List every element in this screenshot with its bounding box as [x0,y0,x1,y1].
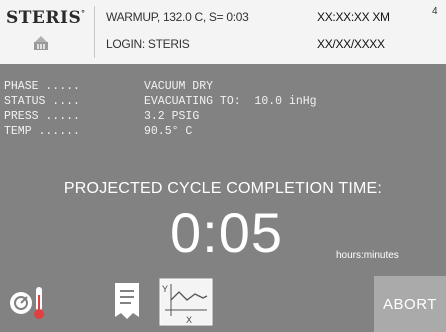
header-divider [94,6,95,58]
print-button[interactable] [102,276,154,326]
press-value: 3.2 [144,110,165,123]
abort-button[interactable]: ABORT [374,276,446,332]
gauge-thermometer-icon [10,287,44,319]
time-units-label: hours:minutes [336,250,399,261]
graph-x-label: X [186,315,192,325]
phase-label: PHASE ..... [4,80,80,93]
press-unit: PSIG [171,110,200,123]
press-row: PRESS ..... 3.2 PSIG [4,110,199,123]
projected-completion-time: 0:05 [170,201,283,264]
phase-row: PHASE ..... VACUUM DRY [4,80,213,93]
header-bar: STERIS° WARMUP, 132.0 C, S= 0:03 LOGIN: … [0,0,446,64]
logo-text: STERIS [6,8,82,28]
phase-value: VACUUM DRY [144,80,214,93]
steris-logo: STERIS° [6,8,90,50]
status-row: STATUS .... EVACUATING TO: 10.0 inHg [4,95,317,108]
clock-time: XX:XX:XX XM [317,10,390,24]
status-label: STATUS .... [4,95,80,108]
graph-y-label: Y [162,284,168,294]
login-status: LOGIN: STERIS [106,37,190,51]
cycle-info-panel: PHASE ..... VACUUM DRY STATUS .... EVACUAT… [0,72,446,162]
sensors-button[interactable] [2,276,54,326]
steris-emblem-icon [34,36,48,50]
cycle-status-line: WARMUP, 132.0 C, S= 0:03 [106,10,249,24]
document-printout-icon [115,283,139,319]
projected-completion-label: PROJECTED CYCLE COMPLETION TIME: [63,180,383,197]
sterilizer-number: 4 [432,6,438,17]
logo-trademark: ° [81,8,85,19]
clock-date: XX/XX/XXXX [317,37,385,51]
graph-icon: Y X [159,278,213,326]
temp-value: 90.5° C [144,125,193,138]
press-label: PRESS ..... [4,110,80,123]
temp-label: TEMP ...... [4,125,80,138]
graph-button[interactable]: Y X [158,276,214,328]
temp-row: TEMP ...... 90.5° C [4,125,192,138]
status-value: EVACUATING TO: 10.0 inHg [144,95,317,108]
